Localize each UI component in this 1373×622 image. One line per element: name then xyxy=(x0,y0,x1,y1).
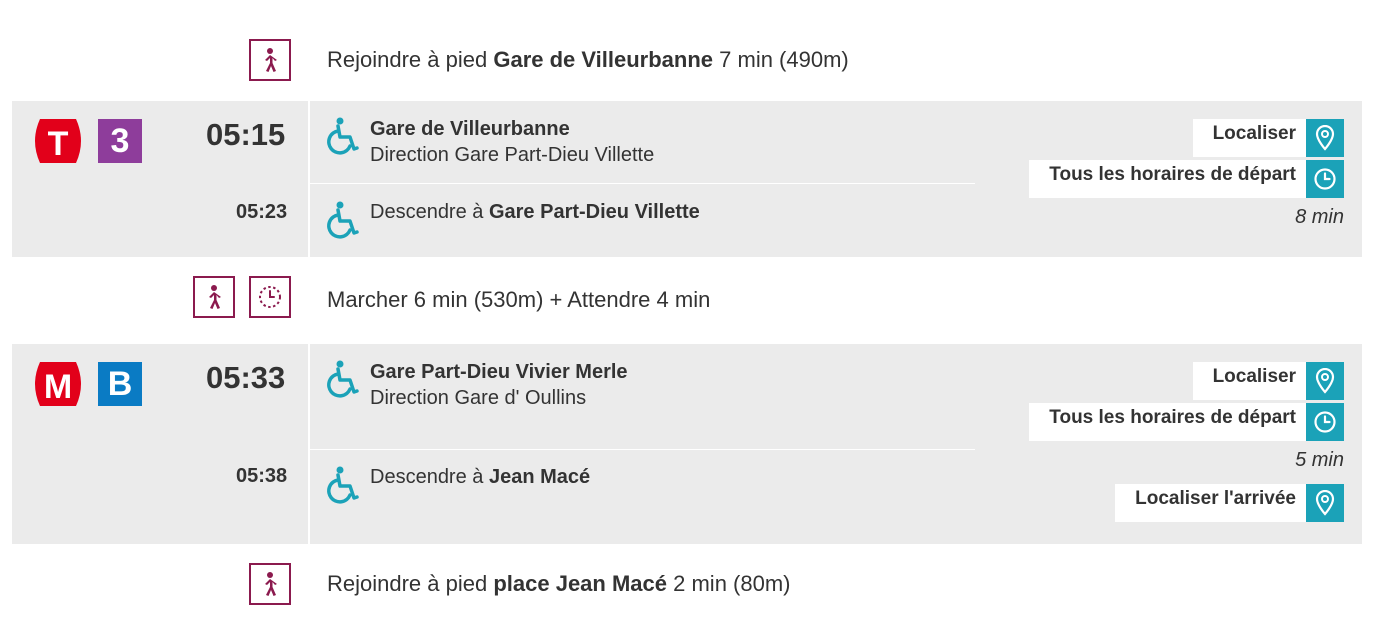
locate-label: Localiser xyxy=(1212,123,1296,144)
departure-time: 05:33 xyxy=(206,360,286,395)
walk-end-text: Rejoindre à pied place Jean Macé 2 min (… xyxy=(327,571,791,596)
locate-button[interactable]: Localiser xyxy=(1192,362,1344,400)
leg-duration: 8 min xyxy=(1295,206,1344,228)
alight-text: Descendre à Jean Macé xyxy=(370,466,591,488)
arrival-time: 05:38 xyxy=(236,465,288,487)
departure-time: 05:15 xyxy=(206,117,286,152)
svg-text:T: T xyxy=(48,125,69,163)
locate-arrival-label: Localiser l'arrivée xyxy=(1135,488,1296,509)
wheelchair-icon xyxy=(327,466,359,504)
line-badge-b: B xyxy=(98,362,142,406)
arrival-time: 05:23 xyxy=(236,201,288,223)
vertical-divider xyxy=(308,344,310,544)
leg-section-tram: T 3 05:15 05:23 Gare de Villeurbanne Dir… xyxy=(12,101,1362,257)
locate-button[interactable]: Localiser xyxy=(1192,119,1344,157)
timetable-button[interactable]: Tous les horaires de départ xyxy=(1029,403,1344,441)
direction-text: Direction Gare d' Oullins xyxy=(370,387,587,409)
leg-section-metro: M B 05:33 05:38 Gare Part-Dieu Vivier Me… xyxy=(12,344,1362,544)
clock-icon[interactable] xyxy=(1306,403,1344,441)
boarding-stop: Gare de Villeurbanne xyxy=(370,118,570,140)
locate-label: Localiser xyxy=(1212,366,1296,387)
map-pin-icon[interactable] xyxy=(1306,119,1344,157)
walk-icon xyxy=(249,39,291,81)
map-pin-icon[interactable] xyxy=(1306,484,1344,522)
timetable-label: Tous les horaires de départ xyxy=(1049,164,1296,185)
walk-start-text: Rejoindre à pied Gare de Villeurbanne 7 … xyxy=(327,47,849,72)
direction-text: Direction Gare Part-Dieu Villette xyxy=(370,144,655,166)
tram-mode-icon: T xyxy=(35,119,81,163)
wheelchair-icon xyxy=(327,360,359,398)
wait-clock-icon xyxy=(249,276,291,318)
vertical-divider xyxy=(308,101,310,257)
wheelchair-icon xyxy=(327,117,359,155)
timetable-button[interactable]: Tous les horaires de départ xyxy=(1029,160,1344,198)
line-badge-3: 3 xyxy=(98,119,142,163)
map-pin-icon[interactable] xyxy=(1306,362,1344,400)
horizontal-divider xyxy=(310,183,975,184)
walk-icon xyxy=(193,276,235,318)
metro-mode-icon: M xyxy=(35,362,81,406)
boarding-stop: Gare Part-Dieu Vivier Merle xyxy=(370,361,628,383)
timetable-label: Tous les horaires de départ xyxy=(1049,407,1296,428)
wheelchair-icon xyxy=(327,201,359,239)
clock-icon[interactable] xyxy=(1306,160,1344,198)
transfer-text: Marcher 6 min (530m) + Attendre 4 min xyxy=(327,287,711,312)
horizontal-divider xyxy=(310,449,975,450)
walk-icon xyxy=(249,563,291,605)
leg-duration: 5 min xyxy=(1295,449,1344,471)
alight-text: Descendre à Gare Part-Dieu Villette xyxy=(370,201,700,223)
svg-text:M: M xyxy=(44,368,72,406)
locate-arrival-button[interactable]: Localiser l'arrivée xyxy=(1115,484,1344,522)
